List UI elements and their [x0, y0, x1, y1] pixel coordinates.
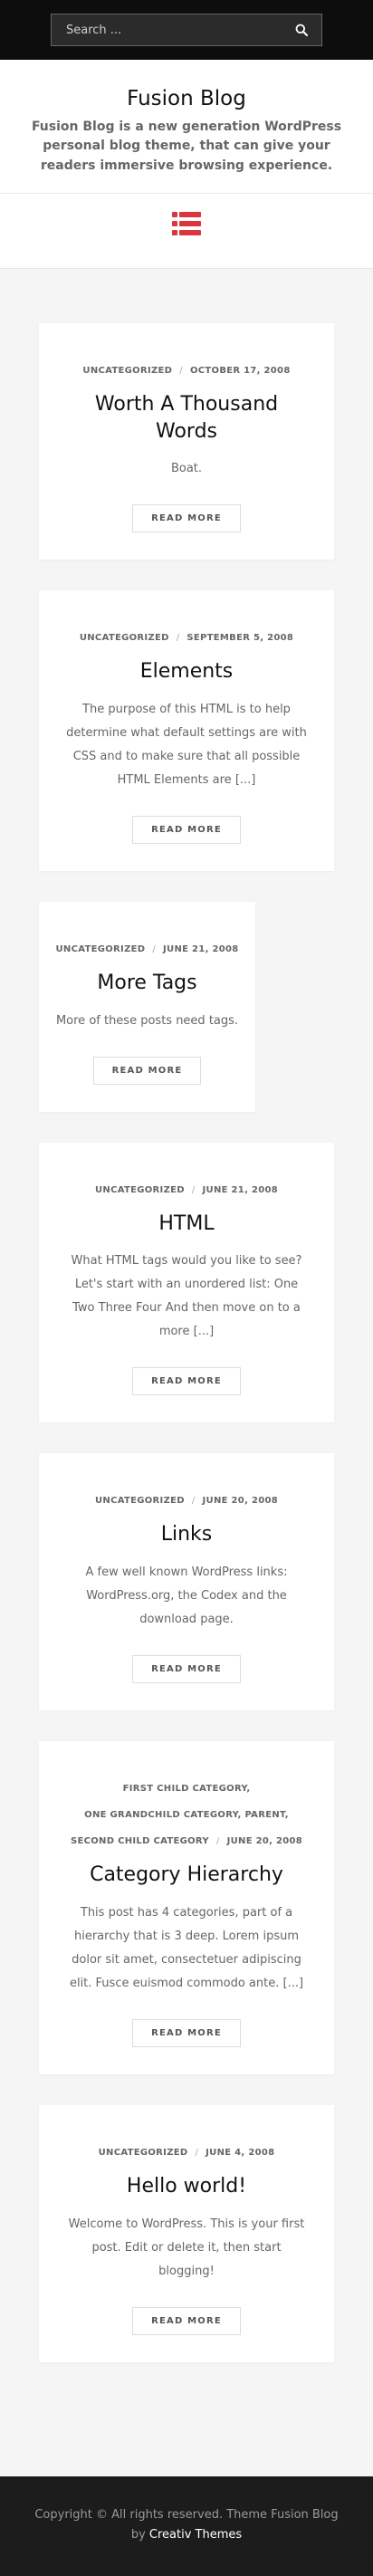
- post-card: UNCATEGORIZED / SEPTEMBER 5, 2008 Elements…: [39, 590, 334, 872]
- post-category-link[interactable]: UNCATEGORIZED: [82, 366, 172, 376]
- post-card: FIRST CHILD CATEGORY, ONE GRANDCHILD CAT…: [39, 1741, 334, 2074]
- post-category-link[interactable]: FIRST CHILD CATEGORY,: [123, 1784, 251, 1794]
- site-footer: Copyright © All rights reserved. Theme F…: [0, 2475, 373, 2576]
- post-date[interactable]: JUNE 21, 2008: [203, 1185, 278, 1195]
- post-category-link[interactable]: UNCATEGORIZED: [95, 1496, 185, 1506]
- post-category-link[interactable]: ONE GRANDCHILD CATEGORY,: [84, 1810, 241, 1820]
- theme-author-link[interactable]: Creativ Themes: [149, 2528, 242, 2542]
- site-description: Fusion Blog is a new generation WordPres…: [31, 119, 342, 173]
- post-date[interactable]: JUNE 20, 2008: [203, 1496, 278, 1506]
- post-title[interactable]: Category Hierarchy: [64, 1862, 309, 1889]
- post-excerpt: Welcome to WordPress. This is your first…: [68, 2217, 305, 2278]
- post-meta: FIRST CHILD CATEGORY, ONE GRANDCHILD CAT…: [70, 1784, 303, 1847]
- post-title[interactable]: Worth A Thousand Words: [64, 391, 309, 445]
- post-category-link[interactable]: PARENT,: [244, 1810, 288, 1820]
- menu-toggle-button[interactable]: [18, 194, 355, 235]
- post-category-link[interactable]: SECOND CHILD CATEGORY: [71, 1836, 209, 1846]
- search-form: [51, 14, 322, 46]
- post-category-link[interactable]: UNCATEGORIZED: [80, 633, 169, 643]
- post-excerpt: More of these posts need tags.: [55, 1013, 239, 1028]
- post-date[interactable]: JUNE 21, 2008: [163, 944, 238, 954]
- search-icon[interactable]: [292, 21, 311, 39]
- read-more-button[interactable]: READ MORE: [132, 1367, 241, 1396]
- post-title[interactable]: Hello world!: [64, 2173, 309, 2200]
- search-input[interactable]: [66, 23, 292, 37]
- post-meta: UNCATEGORIZED / OCTOBER 17, 2008: [82, 366, 291, 376]
- post-meta: UNCATEGORIZED / SEPTEMBER 5, 2008: [79, 633, 294, 644]
- post-category-link[interactable]: UNCATEGORIZED: [99, 2148, 188, 2158]
- post-title[interactable]: HTML: [64, 1211, 309, 1238]
- post-excerpt: A few well known WordPress links: WordPr…: [85, 1566, 288, 1627]
- post-category-link[interactable]: UNCATEGORIZED: [95, 1185, 185, 1195]
- post-meta: UNCATEGORIZED / JUNE 21, 2008: [55, 944, 239, 955]
- post-meta: UNCATEGORIZED / JUNE 20, 2008: [95, 1496, 278, 1507]
- post-title[interactable]: More Tags: [55, 970, 239, 997]
- site-header: Fusion Blog Fusion Blog is a new generat…: [0, 60, 373, 268]
- read-more-button[interactable]: READ MORE: [132, 816, 241, 845]
- post-title[interactable]: Links: [64, 1521, 309, 1548]
- post-card: UNCATEGORIZED / JUNE 21, 2008 More Tags Mo…: [39, 902, 255, 1112]
- read-more-button[interactable]: READ MORE: [132, 1655, 241, 1684]
- top-bar: [0, 0, 373, 60]
- post-date[interactable]: OCTOBER 17, 2008: [190, 366, 291, 376]
- posts-list: UNCATEGORIZED / OCTOBER 17, 2008 Worth A T…: [0, 269, 373, 2476]
- post-category-link[interactable]: UNCATEGORIZED: [56, 944, 146, 954]
- post-excerpt: What HTML tags would you like to see? Le…: [71, 1254, 302, 1339]
- post-title[interactable]: Elements: [64, 658, 309, 685]
- read-more-button[interactable]: READ MORE: [92, 1056, 202, 1085]
- post-date[interactable]: JUNE 4, 2008: [206, 2148, 274, 2158]
- post-date[interactable]: JUNE 20, 2008: [227, 1836, 302, 1846]
- post-date[interactable]: SEPTEMBER 5, 2008: [186, 633, 293, 643]
- read-more-button[interactable]: READ MORE: [132, 504, 241, 533]
- post-card: UNCATEGORIZED / OCTOBER 17, 2008 Worth A T…: [39, 323, 334, 560]
- post-card: UNCATEGORIZED / JUNE 4, 2008 Hello world! …: [39, 2104, 334, 2362]
- post-card: UNCATEGORIZED / JUNE 21, 2008 HTML What HT…: [39, 1142, 334, 1423]
- menu-list-icon: [172, 211, 201, 235]
- post-excerpt: The purpose of this HTML is to help dete…: [66, 703, 307, 788]
- site-title[interactable]: Fusion Blog: [18, 87, 355, 112]
- post-meta: UNCATEGORIZED / JUNE 4, 2008: [98, 2147, 275, 2158]
- post-excerpt: Boat.: [170, 462, 203, 476]
- post-card: UNCATEGORIZED / JUNE 20, 2008 Links A few …: [39, 1453, 334, 1711]
- read-more-button[interactable]: READ MORE: [132, 2306, 241, 2335]
- post-meta: UNCATEGORIZED / JUNE 21, 2008: [95, 1184, 278, 1195]
- read-more-button[interactable]: READ MORE: [132, 2018, 241, 2047]
- post-excerpt: This post has 4 categories, part of a hi…: [69, 1905, 304, 1990]
